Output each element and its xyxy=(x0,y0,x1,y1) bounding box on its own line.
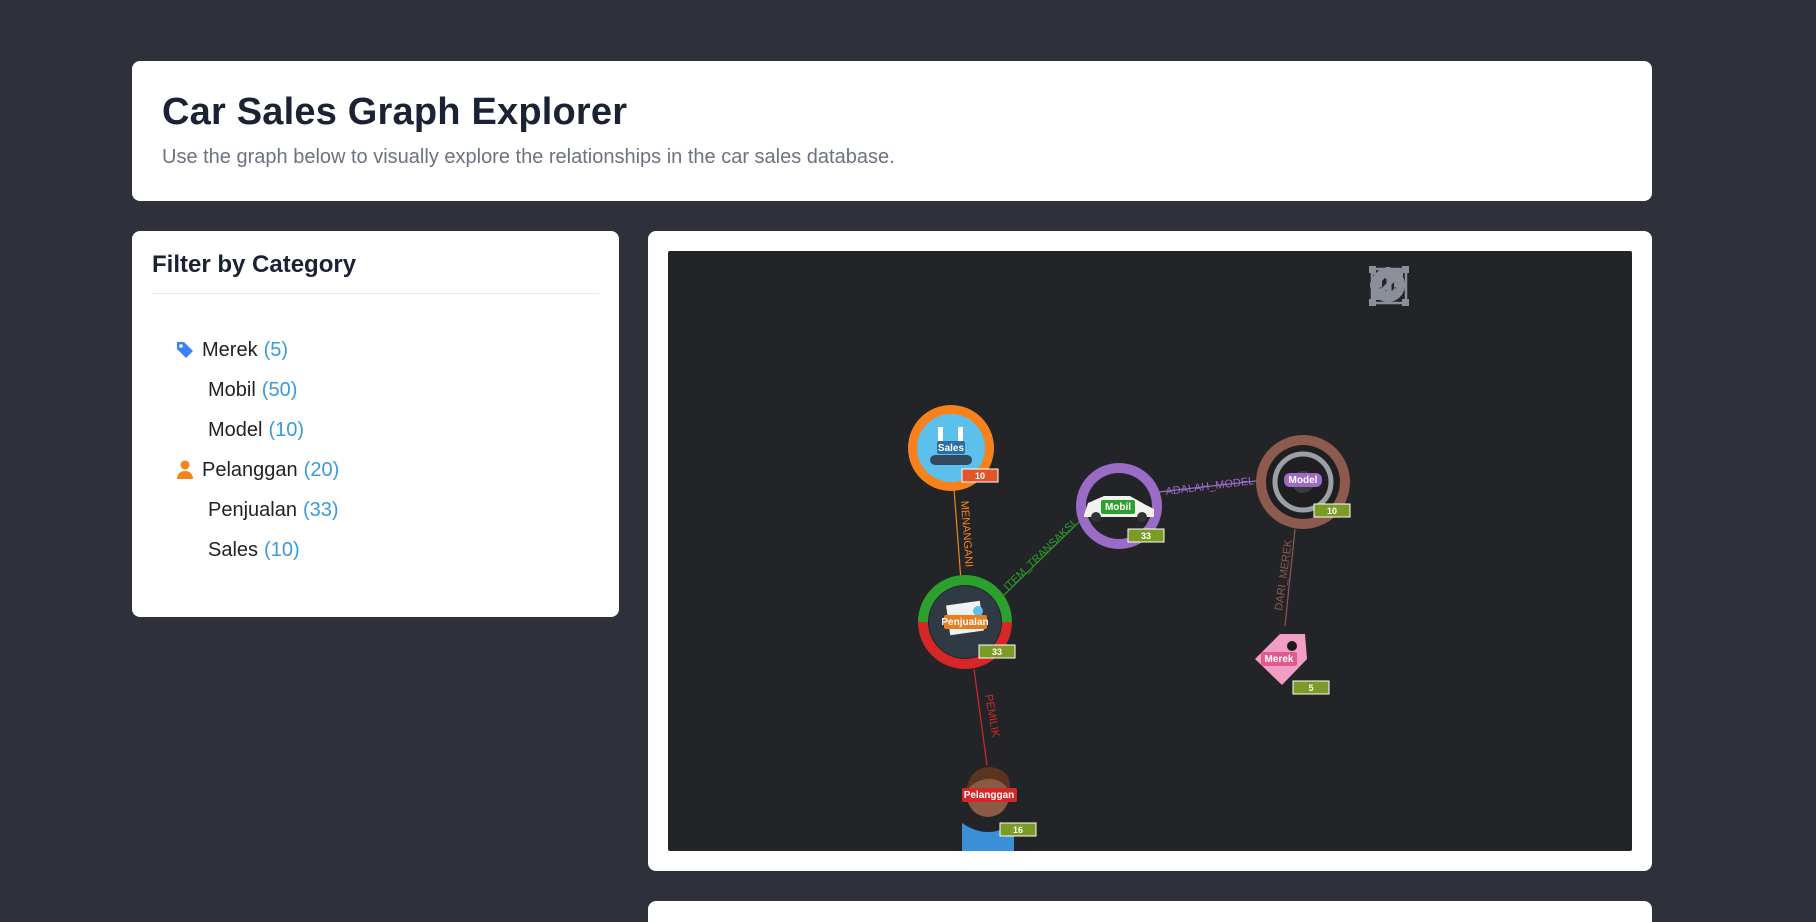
graph-panel: MENANGANI ITEM_TRANSAKSI ADALAH_MODEL DA… xyxy=(648,231,1652,871)
category-label: Model xyxy=(208,418,263,441)
details-panel xyxy=(648,901,1652,922)
tag-icon xyxy=(172,340,198,360)
user-icon xyxy=(172,460,198,480)
edge-dari-merek[interactable]: DARI_MEREK xyxy=(1273,528,1296,627)
graph-canvas[interactable]: MENANGANI ITEM_TRANSAKSI ADALAH_MODEL DA… xyxy=(668,251,1632,851)
text-toggle-icon[interactable] xyxy=(1369,265,1618,307)
node-badge-sales: 10 xyxy=(975,471,985,481)
edge-item-transaksi[interactable]: ITEM_TRANSAKSI xyxy=(1002,518,1083,597)
edge-label-item-transaksi: ITEM_TRANSAKSI xyxy=(1002,519,1078,593)
category-count: (10) xyxy=(268,418,305,441)
node-label-sales: Sales xyxy=(938,443,965,454)
graph-svg[interactable]: MENANGANI ITEM_TRANSAKSI ADALAH_MODEL DA… xyxy=(668,251,1632,851)
page-title: Car Sales Graph Explorer xyxy=(162,91,628,133)
category-count: (5) xyxy=(263,338,289,361)
node-merek[interactable]: Merek 5 xyxy=(1255,634,1330,695)
page-subtitle: Use the graph below to visually explore … xyxy=(162,146,895,168)
edge-label-pemilik: PEMILIK xyxy=(982,693,1001,738)
graph-toolbar xyxy=(1368,265,1618,307)
node-mobil[interactable]: Mobil 33 xyxy=(1076,463,1165,549)
category-item-sales[interactable]: Sales (10) xyxy=(152,530,599,570)
node-sales[interactable]: Sales 10 xyxy=(908,405,999,491)
node-badge-pelanggan: 16 xyxy=(1013,825,1023,835)
category-label: Merek xyxy=(202,338,258,361)
node-label-model: Model xyxy=(1289,475,1318,486)
category-count: (10) xyxy=(264,538,300,561)
category-label: Pelanggan xyxy=(202,458,298,481)
node-label-pelanggan: Pelanggan xyxy=(964,790,1015,801)
filter-title: Filter by Category xyxy=(152,251,599,294)
category-label: Penjualan xyxy=(208,498,297,521)
category-item-mobil[interactable]: Mobil (50) xyxy=(152,370,599,410)
category-item-pelanggan[interactable]: Pelanggan (20) xyxy=(152,450,599,490)
edge-label-menangani: MENANGANI xyxy=(958,500,975,567)
category-label: Sales xyxy=(208,538,259,561)
reset-icon[interactable] xyxy=(1372,265,1462,307)
center-icon[interactable] xyxy=(1370,265,1514,307)
node-badge-model: 10 xyxy=(1327,506,1337,516)
category-count: (33) xyxy=(302,498,339,521)
node-badge-merek: 5 xyxy=(1308,683,1313,693)
filter-panel: Filter by Category Merek (5) Mobil (50) … xyxy=(132,231,619,617)
node-badge-penjualan: 33 xyxy=(992,647,1002,657)
category-item-merek[interactable]: Merek (5) xyxy=(152,330,599,370)
node-badge-mobil: 33 xyxy=(1141,531,1151,541)
expand-icon[interactable] xyxy=(1373,265,1566,307)
node-penjualan[interactable]: Penjualan 33 xyxy=(918,575,1016,669)
edge-label-adalah-model: ADALAH_MODEL xyxy=(1165,475,1255,498)
node-label-mobil: Mobil xyxy=(1105,502,1131,513)
edge-pemilik[interactable]: PEMILIK xyxy=(973,668,1002,766)
category-count: (20) xyxy=(303,458,340,481)
category-item-penjualan[interactable]: Penjualan (33) xyxy=(152,490,599,530)
node-label-penjualan: Penjualan xyxy=(941,617,988,628)
edge-label-dari-merek: DARI_MEREK xyxy=(1273,538,1295,611)
category-count: (50) xyxy=(261,378,298,401)
node-pelanggan[interactable]: Pelanggan 16 xyxy=(962,767,1037,851)
node-label-merek: Merek xyxy=(1265,654,1294,665)
header-card: Car Sales Graph Explorer Use the graph b… xyxy=(132,61,1652,201)
category-list: Merek (5) Mobil (50) Model (10) Pelangga… xyxy=(152,330,599,570)
node-model[interactable]: Model 10 xyxy=(1256,435,1351,529)
category-label: Mobil xyxy=(208,378,256,401)
category-item-model[interactable]: Model (10) xyxy=(152,410,599,450)
